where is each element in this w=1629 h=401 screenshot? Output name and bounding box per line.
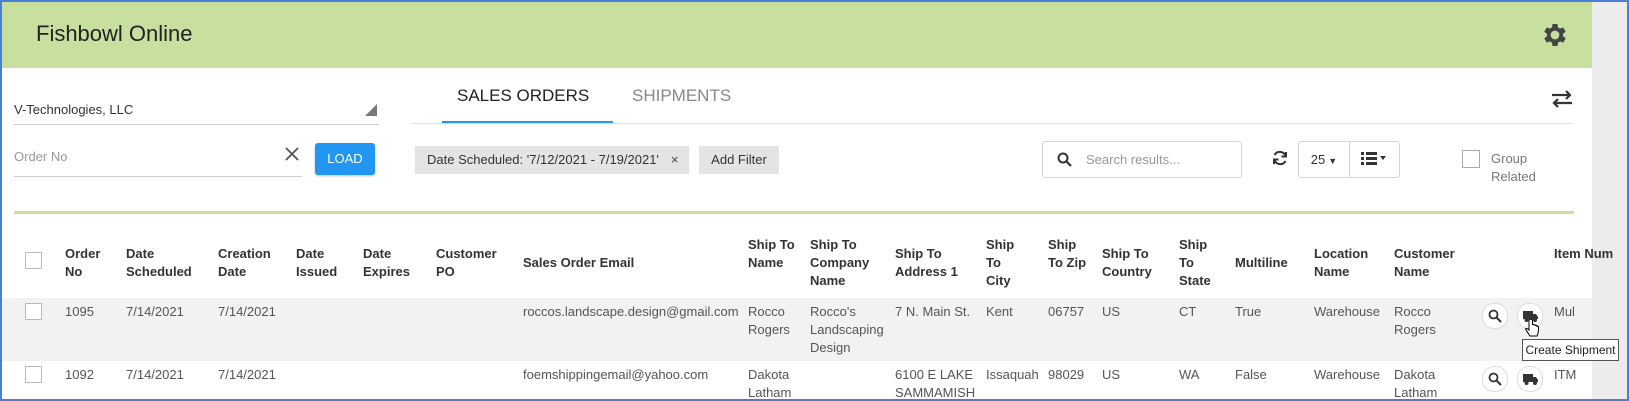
col-ship-to-city[interactable]: Ship To City — [986, 236, 1026, 290]
filter-chip-label: Date Scheduled: '7/12/2021 - 7/19/2021' — [427, 152, 659, 167]
order-no-input[interactable]: Order No — [14, 140, 302, 177]
page-size-dropdown[interactable]: 25 ▼ — [1298, 141, 1350, 178]
cell-ship-to-address: 6100 E LAKE SAMMAMISH — [895, 367, 976, 400]
col-location-name[interactable]: Location Name — [1314, 245, 1384, 281]
list-view-icon — [1361, 152, 1386, 165]
col-date-scheduled[interactable]: Date Scheduled — [126, 245, 201, 281]
table-row[interactable]: 1095 7/14/2021 7/14/2021 roccos.landscap… — [2, 298, 1592, 361]
col-date-expires[interactable]: Date Expires — [363, 245, 418, 281]
select-caret-icon — [365, 104, 377, 116]
caret-down-icon: ▼ — [1328, 156, 1338, 166]
col-order-no[interactable]: Order No — [65, 245, 110, 281]
cell-date-scheduled: 7/14/2021 — [126, 367, 184, 382]
col-multiline[interactable]: Multiline — [1235, 254, 1305, 272]
col-ship-to-name[interactable]: Ship To Name — [748, 236, 796, 272]
cell-ship-to-country: US — [1102, 304, 1121, 319]
tooltip: Create Shipment — [1522, 339, 1619, 361]
cell-ship-to-state: WA — [1179, 367, 1200, 382]
cell-location: Warehouse — [1314, 367, 1380, 382]
cell-creation-date: 7/14/2021 — [218, 367, 276, 382]
cell-ship-to-state: CT — [1179, 304, 1197, 319]
cell-customer: Dakota Latham — [1394, 367, 1438, 400]
cell-order-no: 1092 — [65, 367, 94, 382]
close-icon[interactable] — [282, 144, 302, 164]
cell-ship-to-company: Rocco's Landscaping Design — [810, 304, 884, 355]
table-top-rule — [14, 211, 1574, 214]
remove-filter-icon[interactable]: × — [671, 152, 679, 167]
app-header: Fishbowl Online — [2, 2, 1592, 68]
cell-multiline: True — [1235, 304, 1262, 319]
page-size-value: 25 — [1310, 152, 1326, 167]
truck-icon — [1523, 374, 1538, 385]
col-date-issued[interactable]: Date Issued — [296, 245, 346, 281]
col-customer-po[interactable]: Customer PO — [436, 245, 506, 281]
table-row[interactable]: 1092 7/14/2021 7/14/2021 foemshippingema… — [2, 361, 1592, 400]
add-filter-button[interactable]: Add Filter — [699, 146, 779, 174]
row-checkbox[interactable] — [25, 366, 42, 383]
cell-creation-date: 7/14/2021 — [218, 304, 276, 319]
col-item-num[interactable]: Item Num — [1554, 245, 1613, 263]
cell-order-no: 1095 — [65, 304, 94, 319]
app-title: Fishbowl Online — [36, 21, 193, 46]
search-input[interactable]: Search results... — [1042, 141, 1242, 178]
view-order-button[interactable] — [1482, 366, 1508, 392]
search-placeholder: Search results... — [1086, 152, 1180, 167]
order-no-placeholder: Order No — [14, 149, 68, 164]
cell-multiline: False — [1235, 367, 1267, 382]
cell-ship-to-zip: 98029 — [1048, 367, 1085, 382]
app-window: Fishbowl Online V-Technologies, LLC Orde… — [0, 0, 1629, 401]
cell-email: foemshippingemail@yahoo.com — [523, 367, 709, 382]
tabs-divider — [412, 123, 1572, 124]
magnifier-icon — [1488, 309, 1502, 323]
cell-ship-to-name: Dakota Latham — [748, 367, 792, 400]
col-ship-to-state[interactable]: Ship To State — [1179, 236, 1219, 290]
magnifier-icon — [1488, 372, 1502, 386]
company-select-value: V-Technologies, LLC — [14, 102, 134, 117]
col-creation-date[interactable]: Creation Date — [218, 245, 278, 281]
cell-item-num: Mul — [1554, 304, 1575, 319]
select-all-checkbox[interactable] — [25, 252, 42, 269]
cell-ship-to-country: US — [1102, 367, 1121, 382]
create-shipment-button[interactable] — [1517, 366, 1543, 392]
col-ship-to-address-1[interactable]: Ship To Address 1 — [895, 245, 967, 281]
hand-cursor-icon — [1525, 319, 1539, 337]
col-ship-to-company-name[interactable]: Ship To Company Name — [810, 236, 880, 290]
view-order-button[interactable] — [1482, 303, 1508, 329]
tab-sales-orders[interactable]: SALES ORDERS — [457, 86, 589, 106]
cell-item-num: ITM — [1554, 367, 1577, 382]
filter-chip-date-scheduled[interactable]: Date Scheduled: '7/12/2021 - 7/19/2021' × — [415, 146, 689, 174]
list-view-dropdown[interactable] — [1349, 141, 1400, 178]
cell-location: Warehouse — [1314, 304, 1380, 319]
cell-customer: Rocco Rogers — [1394, 304, 1436, 337]
cell-ship-to-address: 7 N. Main St. — [895, 304, 971, 319]
group-related-label: Group Related — [1491, 151, 1536, 184]
cell-ship-to-zip: 06757 — [1048, 304, 1085, 319]
group-related-checkbox[interactable] — [1462, 150, 1480, 168]
col-ship-to-zip[interactable]: Ship To Zip — [1048, 236, 1088, 272]
cell-date-scheduled: 7/14/2021 — [126, 304, 184, 319]
cell-email: roccos.landscape.design@gmail.com — [523, 304, 739, 319]
tab-shipments[interactable]: SHIPMENTS — [632, 86, 731, 106]
col-ship-to-country[interactable]: Ship To Country — [1102, 245, 1162, 281]
col-customer-name[interactable]: Customer Name — [1394, 245, 1469, 281]
refresh-icon[interactable] — [1271, 149, 1289, 167]
load-button[interactable]: LOAD — [315, 143, 375, 175]
swap-arrows-icon[interactable] — [1549, 87, 1575, 111]
gear-icon[interactable] — [1540, 20, 1570, 50]
col-sales-order-email[interactable]: Sales Order Email — [523, 254, 703, 272]
search-icon — [1057, 152, 1072, 167]
row-checkbox[interactable] — [25, 303, 42, 320]
cell-ship-to-name: Rocco Rogers — [748, 304, 790, 337]
company-select[interactable]: V-Technologies, LLC — [14, 96, 379, 125]
cell-ship-to-city: Issaquah — [986, 367, 1039, 382]
active-tab-indicator — [442, 121, 613, 123]
cell-ship-to-city: Kent — [986, 304, 1013, 319]
